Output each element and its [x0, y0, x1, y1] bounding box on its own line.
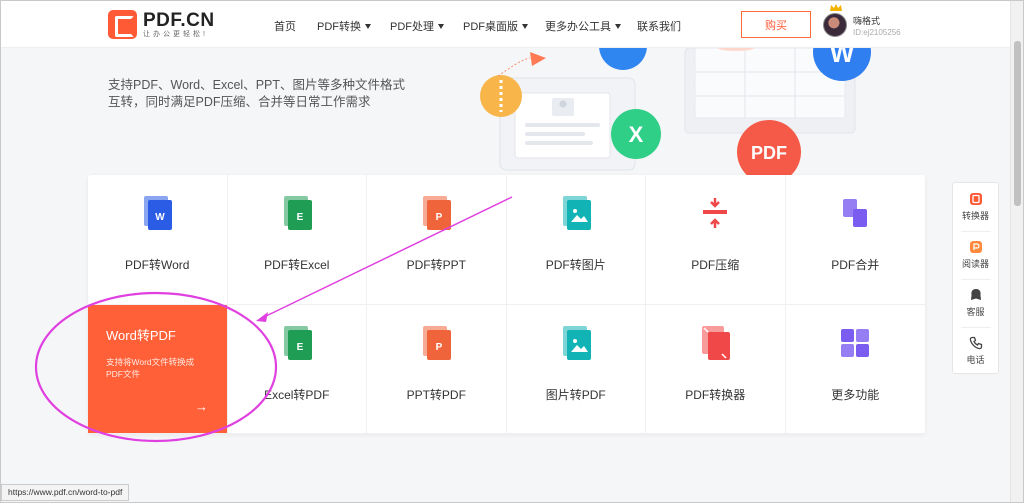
- logo-slogan: 让办公更轻松!: [143, 30, 208, 38]
- buy-button[interactable]: 购买: [741, 11, 811, 38]
- side-label: 电话: [966, 355, 985, 365]
- tool-pdf-to-excel[interactable]: E PDF转Excel: [227, 175, 367, 305]
- svg-text:P: P: [436, 342, 443, 353]
- tool-pdf-merge[interactable]: PDF合并: [785, 175, 925, 305]
- tool-label: Word转PDF: [106, 327, 176, 343]
- avatar[interactable]: [823, 13, 847, 37]
- tool-pdf-to-image[interactable]: PDF转图片: [506, 175, 646, 305]
- svg-text:E: E: [296, 342, 303, 353]
- chevron-down-icon: [615, 23, 621, 29]
- tool-label: PPT转PDF: [406, 387, 466, 402]
- svg-text:W: W: [156, 212, 166, 223]
- hero-illustration: X W PDF: [480, 48, 871, 178]
- compress-icon: [699, 195, 731, 231]
- crown-icon: [830, 4, 842, 11]
- tool-excel-to-pdf[interactable]: E Excel转PDF: [227, 304, 367, 434]
- side-label: 阅读器: [961, 259, 989, 269]
- converter-icon: [699, 325, 731, 361]
- chevron-down-icon: [438, 23, 444, 29]
- tool-pdf-to-word[interactable]: W PDF转Word: [88, 175, 228, 305]
- excel-doc-icon: E: [281, 195, 313, 231]
- tool-label: Excel转PDF: [264, 387, 330, 402]
- hero-line-1: 支持PDF、Word、Excel、PPT、图片等多种文件格式: [108, 78, 406, 92]
- scrollbar-thumb[interactable]: [1014, 41, 1021, 206]
- image-doc-icon: [560, 325, 592, 361]
- nav-pdf-desktop[interactable]: PDF桌面版: [463, 18, 528, 34]
- tool-label: PDF转Excel: [264, 258, 330, 272]
- side-toolbar: 转换器 阅读器 客服 电话: [952, 182, 999, 374]
- ppt-doc-icon: P: [420, 195, 452, 231]
- side-customer-service[interactable]: 客服: [953, 279, 998, 327]
- tool-label: PDF转PPT: [406, 258, 466, 272]
- logo-icon: [108, 10, 137, 39]
- merge-icon: [839, 195, 871, 231]
- nav-home[interactable]: 首页: [274, 18, 296, 34]
- svg-text:P: P: [436, 212, 443, 223]
- side-reader[interactable]: 阅读器: [953, 231, 998, 279]
- tool-label: PDF压缩: [691, 258, 740, 272]
- side-phone[interactable]: 电话: [953, 327, 998, 375]
- chevron-down-icon: [522, 23, 528, 29]
- tool-pdf-to-ppt[interactable]: P PDF转PPT: [367, 175, 507, 305]
- ppt-doc-icon: P: [420, 325, 452, 361]
- user-id: ID:ej2105256: [853, 28, 901, 37]
- side-label: 转换器: [961, 211, 989, 221]
- tools-grid: W PDF转Word E PDF转Excel P PDF转PPT PDF转图片 …: [88, 175, 925, 434]
- nav-pdf-convert[interactable]: PDF转换: [317, 18, 371, 34]
- excel-doc-icon: E: [281, 325, 313, 361]
- hero-description: 支持PDF、Word、Excel、PPT、图片等多种文件格式 互转，同时满足PD…: [108, 77, 405, 111]
- nav-more-tools[interactable]: 更多办公工具: [545, 18, 621, 34]
- tool-label: PDF转换器: [685, 387, 746, 402]
- side-converter[interactable]: 转换器: [953, 183, 998, 231]
- reader-icon: [969, 241, 982, 253]
- phone-icon: [969, 336, 982, 350]
- chevron-down-icon: [365, 23, 371, 29]
- svg-text:X: X: [629, 122, 644, 147]
- image-doc-icon: [560, 195, 592, 231]
- side-label: 客服: [966, 307, 985, 317]
- svg-text:W: W: [830, 48, 855, 68]
- tool-label: PDF转Word: [125, 258, 190, 272]
- arrow-right-icon[interactable]: →: [195, 399, 208, 414]
- nav-pdf-process[interactable]: PDF处理: [390, 18, 444, 34]
- tool-label: 图片转PDF: [545, 387, 606, 402]
- site-logo[interactable]: PDF.CN 让办公更轻松!: [108, 10, 215, 39]
- logo-title: PDF.CN: [143, 9, 215, 31]
- tool-image-to-pdf[interactable]: 图片转PDF: [506, 304, 646, 434]
- svg-text:E: E: [296, 212, 303, 223]
- nav-contact[interactable]: 联系我们: [637, 18, 681, 34]
- tool-label: 更多功能: [831, 387, 880, 402]
- site-header: PDF.CN 让办公更轻松! 首页 PDF转换 PDF处理 PDF桌面版 更多办…: [1, 1, 1010, 48]
- status-bar-url: https://www.pdf.cn/word-to-pdf: [1, 484, 130, 501]
- scrollbar[interactable]: [1010, 1, 1023, 502]
- tool-more-features[interactable]: 更多功能: [785, 305, 925, 434]
- word-doc-icon: W: [141, 195, 173, 231]
- tool-description: 支持将Word文件转换成PDF文件: [106, 356, 195, 379]
- user-name[interactable]: 嗨格式: [853, 14, 880, 27]
- tool-ppt-to-pdf[interactable]: P PPT转PDF: [367, 304, 507, 434]
- tool-label: PDF合并: [831, 258, 880, 272]
- converter-icon: [969, 193, 982, 205]
- hero-line-2: 互转，同时满足PDF压缩、合并等日常工作需求: [108, 95, 371, 109]
- grid-icon: [839, 325, 871, 361]
- customer-service-icon: [970, 289, 981, 300]
- svg-text:PDF: PDF: [751, 143, 787, 163]
- tool-label: PDF转图片: [545, 258, 606, 272]
- tool-pdf-compress[interactable]: PDF压缩: [646, 175, 786, 305]
- tool-word-to-pdf[interactable]: Word转PDF 支持将Word文件转换成PDF文件 →: [88, 304, 228, 434]
- tool-pdf-converter[interactable]: PDF转换器: [646, 304, 786, 434]
